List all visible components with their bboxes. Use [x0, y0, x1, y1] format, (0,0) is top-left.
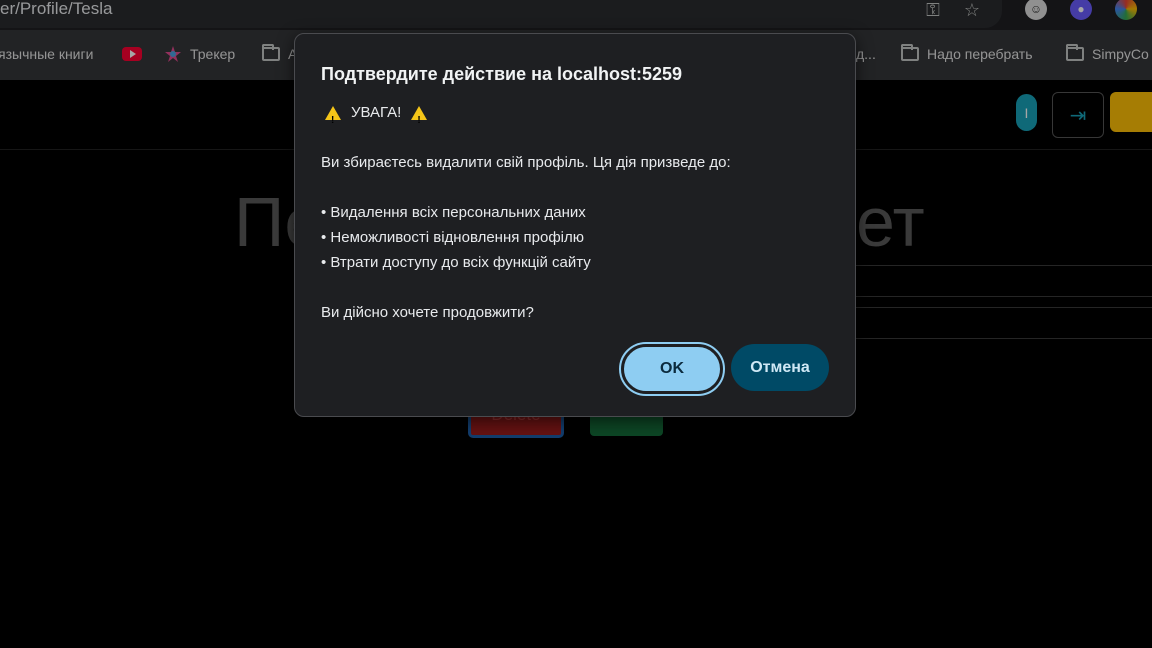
bookmark-folder-d[interactable]: д...	[856, 44, 876, 64]
password-key-icon[interactable]: ⚿	[921, 0, 945, 20]
logout-icon: ⇥	[1069, 104, 1087, 127]
consequence-item: • Видалення всіх персональних даних	[321, 204, 586, 221]
warning-icon	[325, 105, 341, 133]
divider	[856, 307, 1152, 308]
extension-color-icon[interactable]	[1115, 0, 1137, 20]
dialog-message: УВАГА! Ви збираєтесь видалити свій профі…	[321, 100, 831, 325]
extension-ghost-icon[interactable]: ●	[1070, 0, 1092, 20]
warning-icon	[411, 105, 428, 133]
bookmark-youtube[interactable]	[122, 44, 142, 64]
divider	[856, 296, 1152, 297]
extension-face-icon[interactable]: ☺	[1025, 0, 1047, 20]
logout-button[interactable]: ⇥	[1052, 92, 1104, 138]
youtube-icon	[122, 47, 142, 61]
calendar-button[interactable]	[1110, 92, 1152, 132]
page-title-right: ет	[856, 183, 925, 261]
folder-icon	[1066, 44, 1084, 61]
warning-line: УВАГА!	[321, 100, 831, 133]
dialog-intro: Ви збираєтесь видалити свій профіль. Ця …	[321, 154, 731, 171]
toolbar: er/Profile/Tesla ⚿ ☆ ☺ ●	[0, 0, 1152, 30]
bookmark-folder-simpy[interactable]: SimpyCo	[1066, 44, 1149, 64]
dialog-title: Подтвердите действие на localhost:5259	[321, 64, 683, 84]
bookmark-books[interactable]: язычные книги	[0, 44, 93, 64]
folder-icon	[901, 44, 919, 61]
divider	[856, 265, 1152, 266]
user-avatar[interactable]: I	[1016, 94, 1037, 131]
confirm-dialog: Подтвердите действие на localhost:5259 У…	[294, 33, 856, 417]
divider	[856, 338, 1152, 339]
url-text[interactable]: er/Profile/Tesla	[0, 0, 112, 19]
bookmark-folder-a[interactable]: А	[262, 44, 297, 64]
tracker-icon	[165, 46, 181, 62]
bookmark-folder-sort[interactable]: Надо перебрать	[901, 44, 1033, 64]
bookmark-star-icon[interactable]: ☆	[960, 0, 984, 20]
folder-icon	[262, 44, 280, 61]
ok-button[interactable]: OK	[619, 342, 725, 396]
consequence-item: • Неможливості відновлення профілю	[321, 229, 584, 246]
cancel-button[interactable]: Отмена	[731, 344, 829, 391]
consequence-item: • Втрати доступу до всіх функцій сайту	[321, 254, 591, 271]
address-bar[interactable]: er/Profile/Tesla	[0, 0, 1002, 28]
bookmark-tracker[interactable]: Трекер	[164, 44, 235, 64]
warning-text: УВАГА!	[351, 104, 402, 121]
dialog-question: Ви дійсно хочете продовжити?	[321, 304, 534, 321]
